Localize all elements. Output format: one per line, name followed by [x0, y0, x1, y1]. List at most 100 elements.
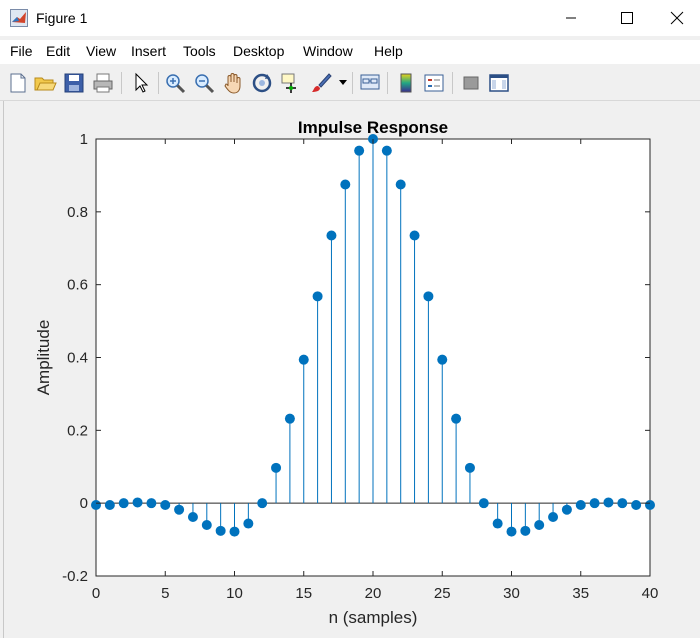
stem-marker — [589, 498, 600, 509]
select-arrow-icon[interactable] — [129, 71, 153, 95]
stem-marker — [243, 518, 254, 529]
colorbar-icon[interactable] — [394, 71, 418, 95]
stem-marker — [229, 526, 240, 537]
x-tick-label: 20 — [365, 585, 382, 602]
stem-marker — [146, 498, 157, 509]
stem-marker — [201, 520, 212, 531]
stem-marker — [91, 499, 101, 510]
legend-icon[interactable] — [422, 71, 446, 95]
zoom-in-icon[interactable] — [163, 71, 187, 95]
toolbar-separator — [158, 72, 159, 94]
stem-marker — [409, 230, 420, 241]
x-tick-label: 5 — [161, 585, 169, 602]
x-tick-label: 0 — [92, 585, 100, 602]
stem-marker — [340, 179, 351, 190]
stem-chart[interactable]: 0 5 10 15 20 25 30 35 40-0.200.20.40.60.81 Impul… — [4, 101, 700, 638]
title-bar: Figure 1 — [0, 0, 700, 36]
maximize-icon — [621, 12, 633, 24]
save-icon[interactable] — [62, 71, 86, 95]
stem-marker — [395, 179, 406, 190]
zoom-out-icon[interactable] — [192, 71, 216, 95]
toolbar-separator — [387, 72, 388, 94]
stem-marker — [326, 230, 337, 241]
close-icon — [670, 11, 684, 25]
figure-window: Figure 1 File Edit View Insert Tools Des… — [0, 0, 700, 638]
stem-marker — [617, 498, 628, 509]
link-plot-icon[interactable] — [358, 71, 382, 95]
menu-window[interactable]: Window — [303, 43, 353, 59]
menu-help[interactable]: Help — [374, 43, 403, 59]
data-cursor-icon[interactable] — [279, 71, 303, 95]
stem-marker — [187, 512, 198, 523]
menu-file[interactable]: File — [10, 43, 33, 59]
stem-marker — [104, 499, 115, 510]
new-figure-icon[interactable] — [6, 71, 30, 95]
minimize-icon — [566, 17, 576, 19]
stem-marker — [174, 504, 185, 515]
stem-marker — [284, 413, 295, 424]
menu-insert[interactable]: Insert — [131, 43, 166, 59]
stem-marker — [381, 145, 392, 156]
chart-title: Impulse Response — [298, 118, 448, 137]
figure-canvas: 0 5 10 15 20 25 30 35 40 -0.2 0 0.2 0.4 0.6 0.8 1 Impul… — [3, 101, 700, 638]
menu-edit[interactable]: Edit — [46, 43, 70, 59]
menu-tools[interactable]: Tools — [183, 43, 216, 59]
x-tick-label: 30 — [503, 585, 520, 602]
menu-bar: File Edit View Insert Tools Desktop Wind… — [0, 40, 700, 64]
hide-plot-tools-icon[interactable] — [459, 71, 483, 95]
x-tick-label: 35 — [572, 585, 589, 602]
stem-marker — [257, 498, 268, 509]
rotate-3d-icon[interactable] — [250, 71, 274, 95]
stem-marker — [534, 520, 545, 531]
pan-hand-icon[interactable] — [221, 71, 245, 95]
stem-marker — [520, 525, 531, 536]
stem-marker — [575, 499, 586, 510]
toolbar-separator — [352, 72, 353, 94]
y-tick-label: 0.6 — [67, 277, 88, 294]
stem-marker — [464, 462, 475, 473]
matlab-logo-icon — [10, 9, 28, 27]
stem-marker — [160, 499, 171, 510]
y-tick-label: 0.8 — [67, 204, 88, 221]
open-file-icon[interactable] — [33, 71, 57, 95]
toolbar-separator — [121, 72, 122, 94]
stem-marker — [132, 497, 143, 508]
stem-marker — [312, 291, 323, 302]
y-axis-label: Amplitude — [34, 320, 53, 396]
stem-marker — [423, 291, 434, 302]
toolbar-separator — [452, 72, 453, 94]
y-tick-label: 0.4 — [67, 350, 88, 367]
y-tick-label: -0.2 — [62, 568, 88, 585]
x-tick-label: 40 — [642, 585, 659, 602]
stem-marker — [492, 518, 503, 529]
y-tick-label: 0.2 — [67, 422, 88, 439]
stem-marker — [437, 354, 448, 365]
x-tick-label: 15 — [295, 585, 312, 602]
figure-toolbar — [0, 66, 700, 101]
print-icon[interactable] — [91, 71, 115, 95]
maximize-button[interactable] — [604, 0, 650, 36]
stem-marker — [118, 498, 129, 509]
stem-marker — [271, 462, 282, 473]
stem-marker — [478, 498, 489, 509]
stem-marker — [506, 526, 517, 537]
stem-marker — [215, 525, 226, 536]
x-tick-label: 10 — [226, 585, 243, 602]
close-button[interactable] — [654, 0, 700, 36]
window-title: Figure 1 — [36, 10, 88, 26]
show-plot-tools-icon[interactable] — [487, 71, 511, 95]
x-tick-label: 25 — [434, 585, 451, 602]
stem-marker — [603, 497, 614, 508]
minimize-button[interactable] — [548, 0, 594, 36]
menu-view[interactable]: View — [86, 43, 116, 59]
stem-marker — [561, 504, 572, 515]
stem-marker — [631, 499, 642, 510]
y-tick-label: 1 — [80, 131, 88, 148]
x-axis-label: n (samples) — [329, 608, 418, 627]
brush-icon[interactable] — [309, 71, 333, 95]
stem-marker — [354, 145, 365, 156]
menu-desktop[interactable]: Desktop — [233, 43, 284, 59]
stem-marker — [645, 499, 655, 510]
chevron-down-icon[interactable] — [339, 80, 347, 86]
stem-marker — [298, 354, 309, 365]
